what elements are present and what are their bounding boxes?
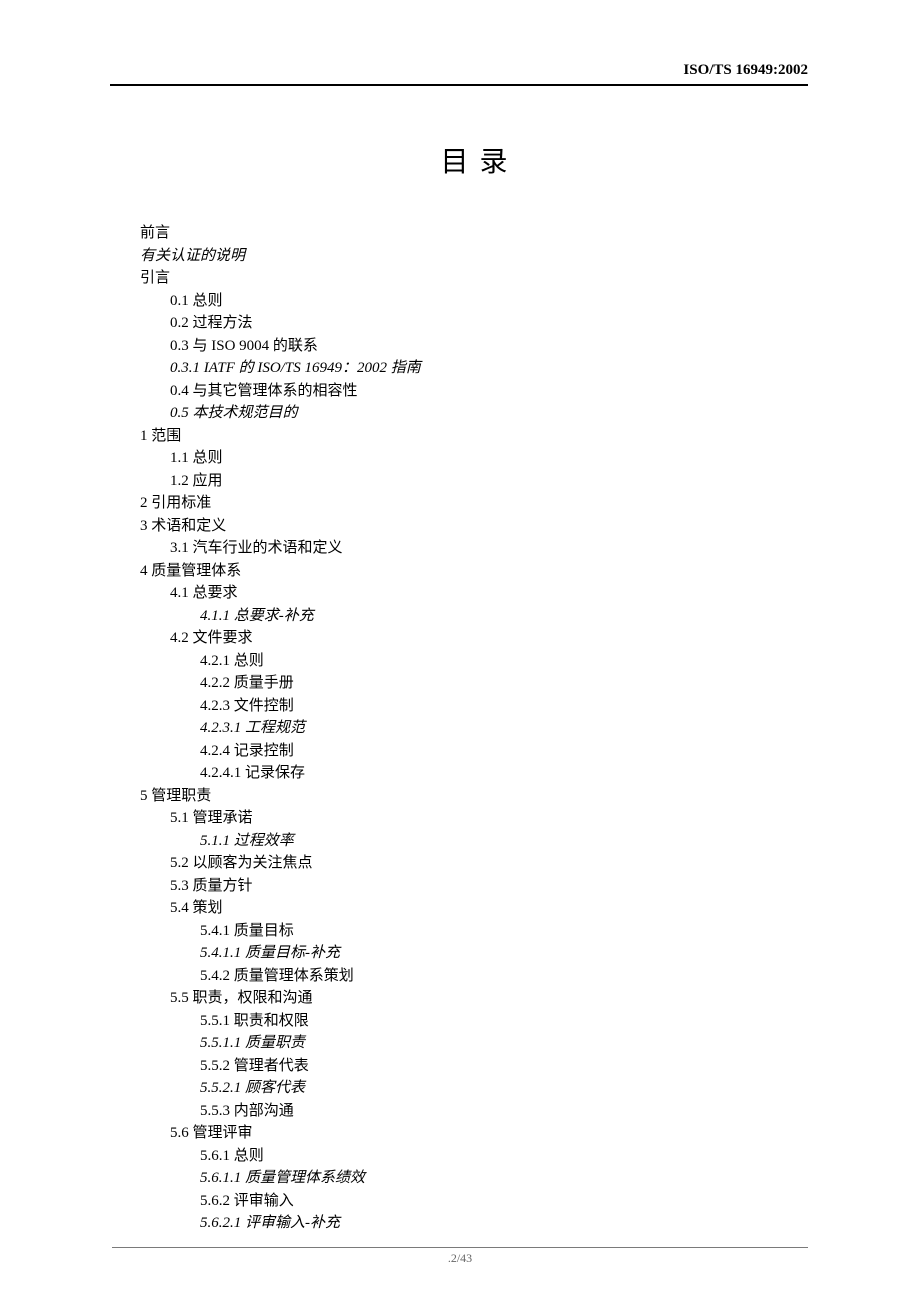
toc-entry: 2 引用标准 [140, 492, 810, 515]
toc-entry: 5.6 管理评审 [140, 1122, 810, 1145]
toc-entry: 5.2 以顾客为关注焦点 [140, 852, 810, 875]
toc-entry: 5.4.1 质量目标 [140, 920, 810, 943]
toc-entry: 5.6.1 总则 [140, 1145, 810, 1168]
toc-entry: 1 范围 [140, 425, 810, 448]
header-rule [110, 84, 808, 86]
toc-entry: 1.2 应用 [140, 470, 810, 493]
toc-entry: 0.4 与其它管理体系的相容性 [140, 380, 810, 403]
toc-entry: 4.2.2 质量手册 [140, 672, 810, 695]
toc-entry: 0.3.1 IATF 的 ISO/TS 16949：2002 指南 [140, 357, 810, 380]
toc-entry: 5.5.1.1 质量职责 [140, 1032, 810, 1055]
toc-entry: 5.6.2 评审输入 [140, 1190, 810, 1213]
toc-entry: 5.5.1 职责和权限 [140, 1010, 810, 1033]
toc-entry: 3 术语和定义 [140, 515, 810, 538]
toc-entry: 4.2.4.1 记录保存 [140, 762, 810, 785]
page-body: 目 录 前言有关认证的说明引言0.1 总则0.2 过程方法0.3 与 ISO 9… [0, 0, 920, 1275]
footer-page-number: .2/43 [0, 1251, 920, 1266]
toc-entry: 3.1 汽车行业的术语和定义 [140, 537, 810, 560]
toc-entry: 5.1.1 过程效率 [140, 830, 810, 853]
toc-entry: 5.6.1.1 质量管理体系绩效 [140, 1167, 810, 1190]
toc-entry: 5.5.2 管理者代表 [140, 1055, 810, 1078]
toc-entry: 4.2.4 记录控制 [140, 740, 810, 763]
toc-entry: 5.3 质量方针 [140, 875, 810, 898]
header-doc-id: ISO/TS 16949:2002 [683, 62, 808, 79]
footer-rule [112, 1247, 808, 1248]
page-title: 目 录 [140, 140, 810, 180]
toc-entry: 0.1 总则 [140, 290, 810, 313]
toc-entry: 5.4.2 质量管理体系策划 [140, 965, 810, 988]
toc-entry: 0.2 过程方法 [140, 312, 810, 335]
toc-entry: 4.2.3.1 工程规范 [140, 717, 810, 740]
toc-entry: 0.5 本技术规范目的 [140, 402, 810, 425]
toc-entry: 1.1 总则 [140, 447, 810, 470]
toc-entry: 0.3 与 ISO 9004 的联系 [140, 335, 810, 358]
toc-entry: 4.2 文件要求 [140, 627, 810, 650]
toc-entry: 5.4.1.1 质量目标-补充 [140, 942, 810, 965]
toc-entry: 前言 [140, 222, 810, 245]
toc-entry: 5.1 管理承诺 [140, 807, 810, 830]
toc-entry: 4.1.1 总要求-补充 [140, 605, 810, 628]
table-of-contents: 前言有关认证的说明引言0.1 总则0.2 过程方法0.3 与 ISO 9004 … [140, 222, 810, 1235]
toc-entry: 引言 [140, 267, 810, 290]
toc-entry: 4 质量管理体系 [140, 560, 810, 583]
toc-entry: 4.2.1 总则 [140, 650, 810, 673]
toc-entry: 5.6.2.1 评审输入-补充 [140, 1212, 810, 1235]
toc-entry: 5 管理职责 [140, 785, 810, 808]
toc-entry: 5.4 策划 [140, 897, 810, 920]
toc-entry: 5.5 职责，权限和沟通 [140, 987, 810, 1010]
toc-entry: 4.2.3 文件控制 [140, 695, 810, 718]
toc-entry: 5.5.3 内部沟通 [140, 1100, 810, 1123]
toc-entry: 5.5.2.1 顾客代表 [140, 1077, 810, 1100]
toc-entry: 有关认证的说明 [140, 245, 810, 268]
toc-entry: 4.1 总要求 [140, 582, 810, 605]
